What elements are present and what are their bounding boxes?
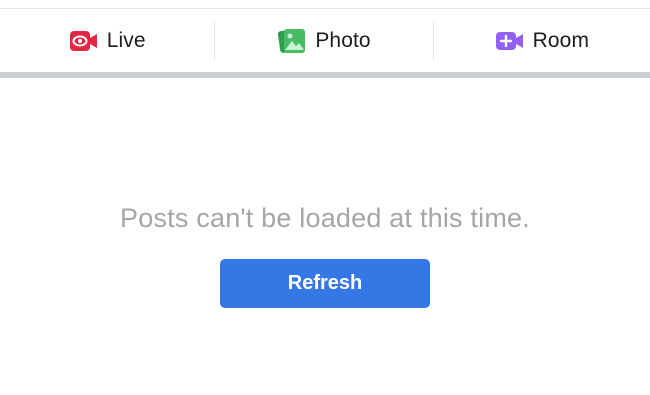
photo-label: Photo bbox=[315, 28, 371, 52]
room-video-icon bbox=[495, 26, 525, 56]
photo-icon bbox=[277, 26, 307, 56]
room-button[interactable]: Room bbox=[434, 9, 650, 72]
refresh-button[interactable]: Refresh bbox=[220, 259, 430, 308]
live-video-icon bbox=[69, 26, 99, 56]
error-message: Posts can't be loaded at this time. bbox=[120, 203, 530, 233]
feed-area: Posts can't be loaded at this time. Refr… bbox=[0, 78, 650, 395]
top-border bbox=[0, 0, 650, 9]
live-button[interactable]: Live bbox=[0, 9, 214, 72]
composer-action-bar: Live Photo Room bbox=[0, 9, 650, 72]
photo-button[interactable]: Photo bbox=[215, 9, 432, 72]
room-label: Room bbox=[532, 28, 590, 52]
live-label: Live bbox=[106, 28, 146, 52]
